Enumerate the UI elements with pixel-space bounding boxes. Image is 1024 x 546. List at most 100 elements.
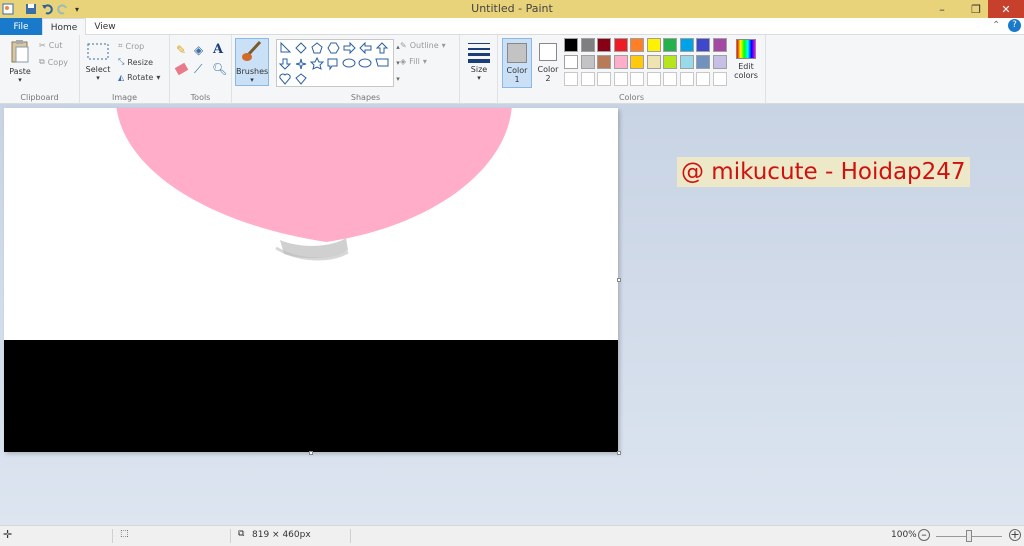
black-rectangle <box>4 340 618 452</box>
restore-icon[interactable]: ❐ <box>964 0 988 18</box>
brush-icon <box>242 40 262 61</box>
edit-colors-label: Edit <box>738 62 754 71</box>
selection-size-icon: ⬚ <box>120 529 129 539</box>
resize-handle-corner[interactable] <box>617 451 621 455</box>
color1-number: 1 <box>514 75 520 84</box>
palette-swatch[interactable] <box>564 72 578 86</box>
tab-view[interactable]: View <box>86 18 124 35</box>
rotate-button[interactable]: ◭ Rotate ▾ <box>118 73 160 82</box>
eraser-icon[interactable] <box>174 62 189 76</box>
outline-button[interactable]: ✎ Outline ▾ <box>400 41 446 50</box>
title-bar: ▾ Untitled - Paint – ❐ ✕ <box>0 0 1024 18</box>
brushes-label: Brushes <box>236 67 269 76</box>
brushes-group: Brushes ▾ <box>232 35 272 104</box>
palette-swatch[interactable] <box>679 55 694 69</box>
crop-label: Crop <box>125 41 145 51</box>
palette-swatch[interactable] <box>663 55 677 69</box>
color-picker-icon[interactable]: ⟋ <box>194 62 202 77</box>
fill-bucket-icon[interactable]: ◈ <box>194 43 203 57</box>
palette-swatch[interactable] <box>630 38 644 52</box>
copy-button[interactable]: ⧉ Copy <box>39 57 68 67</box>
select-label: Select <box>85 65 111 74</box>
cut-button[interactable]: ✂ Cut <box>39 41 63 50</box>
zoom-level: 100% <box>891 530 917 540</box>
pencil-icon[interactable]: ✎ <box>176 43 186 57</box>
rotate-label: Rotate <box>127 73 154 82</box>
palette-swatch[interactable] <box>696 72 710 86</box>
zoom-slider-thumb[interactable] <box>966 530 972 542</box>
drawing-canvas[interactable] <box>4 108 618 452</box>
resize-icon: ⤡ <box>118 57 125 66</box>
palette-swatch[interactable] <box>613 38 628 52</box>
fill-label: Fill <box>409 57 420 66</box>
resize-handle-bottom[interactable] <box>309 451 313 455</box>
palette-swatch[interactable] <box>646 55 661 69</box>
color2-button[interactable]: Color 2 <box>534 38 562 88</box>
text-tool-icon[interactable]: A <box>213 42 223 57</box>
help-icon[interactable]: ? <box>1008 19 1021 32</box>
palette-swatch[interactable] <box>712 55 727 69</box>
size-label: Size <box>470 65 488 74</box>
palette-swatch[interactable] <box>580 72 595 86</box>
magnifier-icon[interactable]: 🔍︎ <box>212 62 227 76</box>
zoom-out-icon[interactable]: – <box>918 529 930 541</box>
palette-swatch[interactable] <box>679 38 694 52</box>
palette-swatch[interactable] <box>646 72 661 86</box>
palette-swatch[interactable] <box>597 38 611 52</box>
minimize-icon[interactable]: – <box>930 0 954 18</box>
size-button[interactable]: Size ▾ <box>464 41 494 82</box>
image-dimensions: 819 × 460px <box>252 530 311 540</box>
tab-file[interactable]: File <box>0 18 42 35</box>
close-icon[interactable]: ✕ <box>988 0 1024 18</box>
crop-button[interactable]: ⌗ Crop <box>118 41 144 51</box>
color2-swatch <box>539 43 557 61</box>
palette-swatch[interactable] <box>712 72 727 86</box>
palette-swatch[interactable] <box>597 55 611 69</box>
watermark-text: @ mikucute - Hoidap247 <box>677 157 970 187</box>
resize-handle-right[interactable] <box>617 278 621 282</box>
palette-swatch[interactable] <box>630 55 644 69</box>
palette-swatch[interactable] <box>564 55 578 69</box>
tab-home[interactable]: Home <box>42 18 86 36</box>
palette-swatch[interactable] <box>679 72 694 86</box>
rotate-icon: ◭ <box>118 73 125 82</box>
palette-swatch[interactable] <box>580 55 595 69</box>
canvas-workspace[interactable]: @ mikucute - Hoidap247 <box>0 104 1024 525</box>
palette-swatch[interactable] <box>696 55 710 69</box>
window-title: Untitled - Paint <box>471 2 553 15</box>
copy-icon: ⧉ <box>39 57 45 66</box>
zoom-in-icon[interactable]: + <box>1009 529 1021 541</box>
paste-icon <box>11 40 29 63</box>
palette-swatch[interactable] <box>564 38 578 52</box>
palette-swatch[interactable] <box>630 72 644 86</box>
palette-swatch[interactable] <box>663 38 677 52</box>
image-size-icon: ⧉ <box>238 529 245 539</box>
edit-colors-button[interactable]: Edit colors <box>730 39 762 80</box>
tools-group-label: Tools <box>190 93 211 102</box>
palette-swatch[interactable] <box>613 72 628 86</box>
palette-swatch[interactable] <box>597 72 611 86</box>
palette-swatch[interactable] <box>613 55 628 69</box>
cut-label: Cut <box>48 41 63 50</box>
fill-button[interactable]: ◈ Fill ▾ <box>400 57 427 66</box>
palette-swatch[interactable] <box>580 38 595 52</box>
select-button[interactable]: Select ▾ <box>85 41 111 82</box>
edit-colors-label-2: colors <box>734 71 758 80</box>
shapes-gallery[interactable] <box>276 39 394 87</box>
copy-label: Copy <box>47 57 69 67</box>
shapes-gallery-icons <box>278 41 389 85</box>
palette-swatch[interactable] <box>696 38 710 52</box>
palette-swatch[interactable] <box>712 38 727 52</box>
line-size-icon <box>468 43 490 63</box>
palette-swatch[interactable] <box>646 38 661 52</box>
paste-button[interactable]: Paste ▾ <box>5 39 35 84</box>
colors-group: Color 1 Color 2 Edit colors Colors <box>498 35 766 104</box>
color1-button[interactable]: Color 1 <box>502 38 532 88</box>
ribbon-tabs: File Home View ⌃ ? <box>0 18 1024 36</box>
image-group: Select ▾ ⌗ Crop ⤡ Resize ◭ Rotate ▾ Image <box>80 35 170 104</box>
collapse-ribbon-icon[interactable]: ⌃ <box>992 20 1000 31</box>
cursor-position-icon: ✛ <box>3 528 13 541</box>
brushes-button[interactable]: Brushes ▾ <box>235 38 269 86</box>
resize-button[interactable]: ⤡ Resize <box>118 57 153 67</box>
palette-swatch[interactable] <box>663 72 677 86</box>
